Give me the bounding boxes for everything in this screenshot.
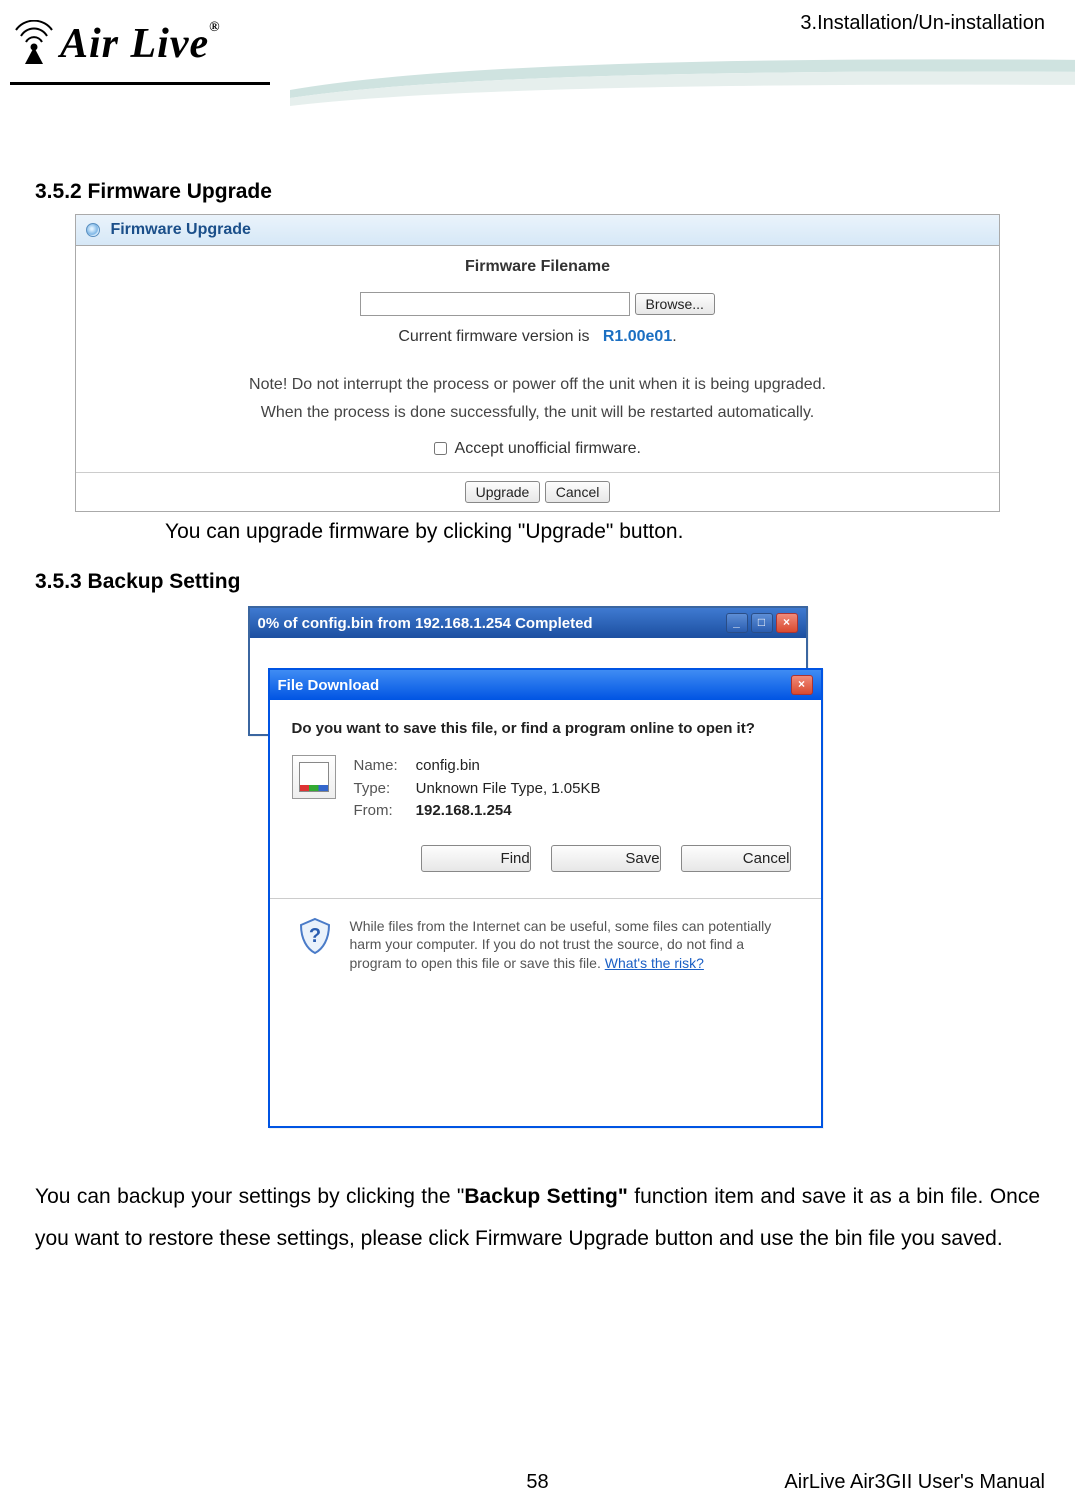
close-icon[interactable]: × [776,613,798,633]
cancel-download-button[interactable]: Cancel [681,845,791,872]
save-button[interactable]: Save [551,845,661,872]
download-meta: Name: config.bin Type: Unknown File Type… [354,755,601,823]
meta-name-value: config.bin [416,757,480,774]
file-type-icon [292,755,336,799]
minimize-icon[interactable]: _ [726,613,748,633]
download-question: Do you want to save this file, or find a… [292,720,799,737]
warning-text: While files from the Internet can be use… [350,918,772,972]
download-titlebar: File Download × [270,670,821,700]
page-content: 3.5.2 Firmware Upgrade Firmware Upgrade … [0,140,1075,1260]
cancel-button[interactable]: Cancel [545,481,611,503]
close-icon[interactable]: × [791,675,813,695]
page-header: 3.Installation/Un-installation Air Live® [0,0,1075,140]
firmware-filename-label: Firmware Filename [86,258,989,276]
firmware-upgrade-panel: Firmware Upgrade Firmware Filename Brows… [75,214,1000,512]
warning-text-block: While files from the Internet can be use… [350,917,795,974]
browse-button[interactable]: Browse... [635,293,715,315]
download-buttons: Find Save Cancel [292,845,799,872]
whats-the-risk-link[interactable]: What's the risk? [605,955,704,971]
para-before: You can backup your settings by clicking… [35,1185,464,1208]
maximize-icon[interactable]: □ [751,613,773,633]
svg-text:?: ? [308,925,320,947]
version-value: R1.00e01 [603,328,672,345]
file-download-dialog: File Download × Do you want to save this… [268,668,823,1128]
file-input-row: Browse... [86,292,989,316]
progress-title: 0% of config.bin from 192.168.1.254 Comp… [258,615,723,632]
download-title: File Download [278,677,788,694]
registered-icon: ® [209,20,220,35]
heading-3-5-3: 3.5.3 Backup Setting [35,570,1040,594]
upgrade-button[interactable]: Upgrade [465,481,541,503]
panel-title: Firmware Upgrade [110,221,250,238]
version-prefix: Current firmware version is [398,328,589,345]
version-suffix: . [672,328,676,345]
para-bold: Backup Setting" [464,1185,627,1208]
firmware-file-input[interactable] [360,292,630,316]
current-version-line: Current firmware version is R1.00e01. [86,328,989,346]
backup-paragraph: You can backup your settings by clicking… [35,1176,1040,1260]
download-warning: ? While files from the Internet can be u… [292,899,799,974]
meta-from-key: From: [354,800,412,823]
firmware-caption: You can upgrade firmware by clicking "Up… [165,520,1040,544]
logo-text: Air Live [60,21,209,67]
meta-type-value: Unknown File Type, 1.05KB [416,780,601,797]
progress-titlebar: 0% of config.bin from 192.168.1.254 Comp… [250,608,806,638]
panel-footer: Upgrade Cancel [76,472,999,511]
heading-3-5-2: 3.5.2 Firmware Upgrade [35,180,1040,204]
panel-titlebar: Firmware Upgrade [76,215,999,246]
disc-icon [86,223,100,237]
meta-name-key: Name: [354,755,412,778]
note-line-1: Note! Do not interrupt the process or po… [86,376,989,394]
accept-unofficial-label: Accept unofficial firmware. [455,440,641,457]
antenna-icon [10,20,58,75]
manual-title: AirLive Air3GII User's Manual [784,1471,1045,1494]
header-swoosh [290,50,1075,110]
header-breadcrumb: 3.Installation/Un-installation [800,12,1045,35]
accept-unofficial-row: Accept unofficial firmware. [86,440,989,458]
logo-underline [10,82,270,85]
download-body: Do you want to save this file, or find a… [270,700,821,993]
accept-unofficial-checkbox[interactable] [434,442,447,455]
find-button[interactable]: Find [421,845,531,872]
panel-body: Firmware Filename Browse... Current firm… [76,246,999,472]
meta-type-key: Type: [354,778,412,801]
meta-from-value: 192.168.1.254 [416,802,512,819]
note-line-2: When the process is done successfully, t… [86,404,989,422]
page-number: 58 [526,1471,548,1494]
dialog-stack: 0% of config.bin from 192.168.1.254 Comp… [248,606,828,1146]
download-info: Name: config.bin Type: Unknown File Type… [292,755,799,823]
shield-icon: ? [296,917,334,955]
airlive-logo: Air Live® [10,20,221,75]
